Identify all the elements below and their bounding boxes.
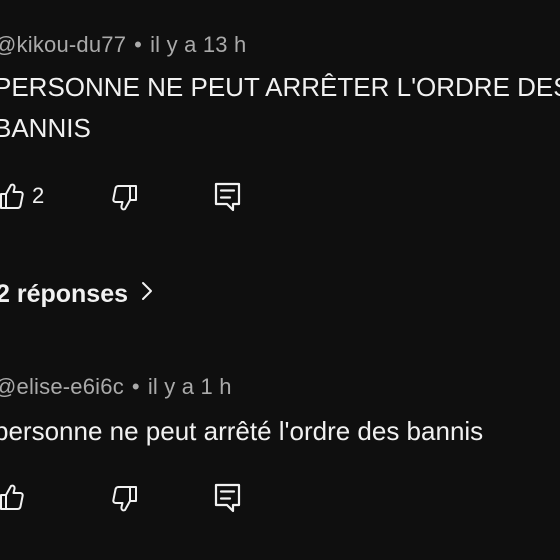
thumbs-down-icon [108,184,138,212]
like-button[interactable]: 2 [0,182,44,210]
comment-icon [214,483,242,513]
comment-icon [214,182,242,212]
meta-separator: • [131,374,140,399]
comment-text-line: BANNIS [0,113,91,143]
replies-toggle[interactable]: 2 réponses [0,280,154,309]
meta-separator: • [134,32,143,57]
dislike-button[interactable] [108,184,138,212]
dislike-button[interactable] [108,485,138,513]
comment-author[interactable]: @elise-e6i6c [0,374,124,399]
reply-button[interactable] [214,182,242,212]
replies-label: 2 réponses [0,280,129,308]
comment-time[interactable]: il y a 1 h [148,374,232,399]
reply-button[interactable] [214,483,242,513]
comment-author[interactable]: @kikou-du77 [0,32,126,57]
comment-time[interactable]: il y a 13 h [150,32,246,57]
comment-header: @kikou-du77 • il y a 13 h [0,32,246,58]
chevron-right-icon [128,280,154,309]
comment-text: personne ne peut arrêté l'ordre des bann… [0,411,560,452]
thumbs-up-icon [0,483,24,511]
like-button[interactable] [0,483,32,511]
thumbs-down-icon [108,485,138,513]
comment-text-line: PERSONNE NE PEUT ARRÊTER L'ORDRE DES [0,72,560,102]
comment-header: @elise-e6i6c • il y a 1 h [0,374,232,400]
thumbs-up-icon [0,182,24,210]
comment-text-line: personne ne peut arrêté l'ordre des bann… [0,416,484,446]
like-count: 2 [32,183,45,208]
comment-text: PERSONNE NE PEUT ARRÊTER L'ORDRE DES BAN… [0,67,560,149]
